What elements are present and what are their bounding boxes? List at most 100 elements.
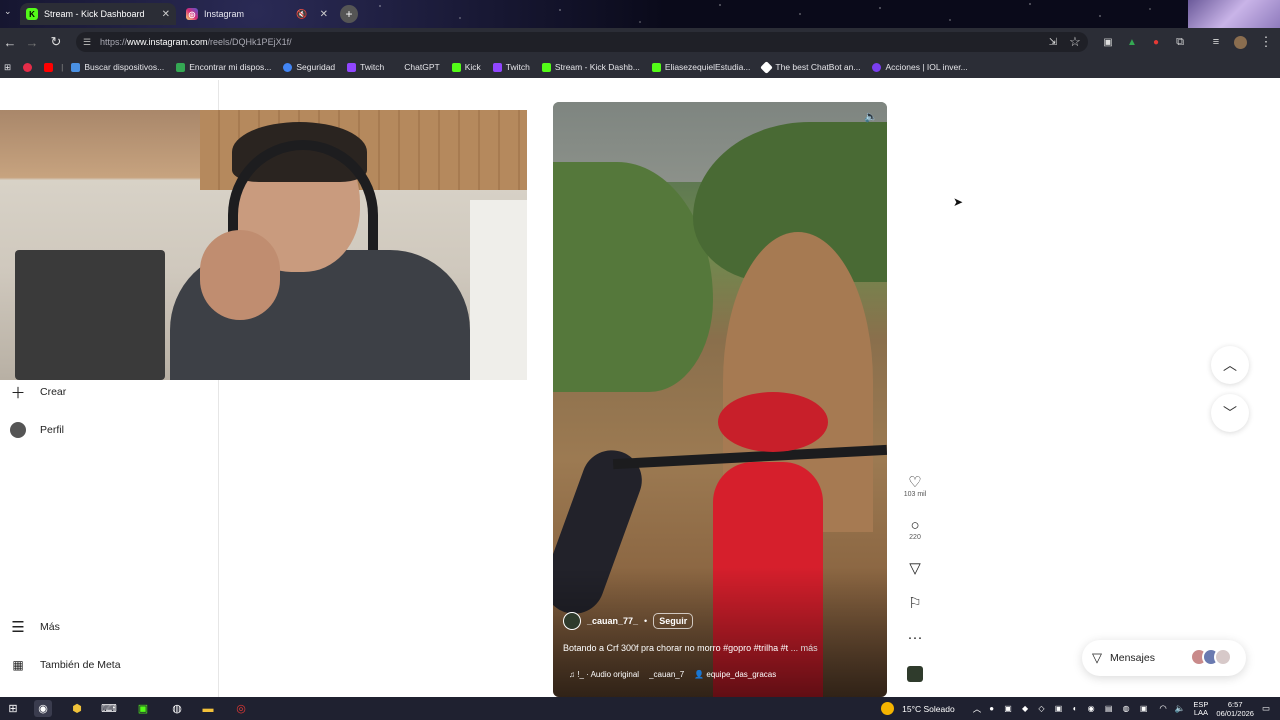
sidebar-item-profile[interactable]: Perfil (10, 422, 64, 438)
share-button[interactable]: ▽ (903, 561, 927, 577)
tab-kick-dashboard[interactable]: K Stream - Kick Dashboard ✕ (20, 3, 176, 25)
url-host: www.instagram.com (127, 37, 208, 47)
bookmark-item[interactable]: Buscar dispositivos... (65, 62, 170, 72)
bookmark-item[interactable]: ChatGPT (390, 62, 445, 72)
tab-muted-icon[interactable]: 🔇 (296, 9, 307, 20)
tray-app-icons[interactable]: ● ▣ ◆ ◇ ▣ ◐ ◉ ▤ ◍ ▣ (989, 704, 1151, 713)
media-controls-icon[interactable]: ≡ (1208, 34, 1224, 50)
sidebar-item-label: También de Meta (40, 659, 121, 671)
weather-text[interactable]: 15°C Soleado (902, 704, 955, 714)
bookmark-icon: ⚐ (908, 595, 922, 612)
chevron-up-icon: ︿ (1223, 357, 1237, 373)
reload-icon[interactable]: ↻ (48, 34, 64, 50)
chatbot-favicon-icon (760, 60, 774, 74)
next-reel-button[interactable]: ﹀ (1211, 394, 1249, 432)
clock[interactable]: 6:57 06/01/2026 (1216, 700, 1254, 718)
drive-extension-icon[interactable]: ▲ (1124, 34, 1140, 50)
bookmark-item[interactable]: Stream - Kick Dashb... (536, 62, 646, 72)
author-avatar[interactable] (563, 612, 581, 630)
apps-grid-icon[interactable]: ⊞ (0, 62, 17, 73)
new-tab-icon[interactable]: + (340, 5, 358, 23)
forward-icon[interactable]: → (24, 34, 40, 50)
tab-instagram[interactable]: ◎ Instagram 🔇 ✕ (180, 3, 334, 25)
google-favicon-icon (283, 62, 293, 72)
close-tab-icon[interactable]: ✕ (320, 9, 328, 20)
bookmark-item[interactable]: Twitch (487, 62, 536, 72)
bookmark-item[interactable] (38, 62, 59, 72)
reel-video[interactable]: 🔈 _cauan_77_ • Seguir Botando a Crf 300f… (553, 102, 887, 697)
site-info-icon[interactable]: ☰ (83, 37, 93, 47)
bookmark-item[interactable]: Acciones | IOL inver... (866, 62, 973, 72)
bookmark-label: Acciones | IOL inver... (885, 62, 968, 72)
chrome-app-icon[interactable]: ◉ (34, 700, 52, 717)
extensions-puzzle-icon[interactable]: ⧉ (1172, 34, 1188, 50)
bookmark-label: The best ChatBot an... (775, 62, 861, 72)
comment-button[interactable]: ○ 220 (903, 517, 927, 542)
back-icon[interactable]: ← (2, 34, 18, 50)
url-prefix: https:// (100, 37, 128, 47)
messages-button[interactable]: ▽ Mensajes (1082, 640, 1246, 676)
start-button[interactable]: ⊞ (4, 700, 22, 717)
like-button[interactable]: ♡ 103 mil (903, 474, 927, 499)
tab-title: Instagram (204, 9, 245, 19)
kick-favicon-icon (451, 62, 461, 72)
bookmark-item[interactable]: The best ChatBot an... (756, 60, 866, 74)
close-tab-icon[interactable]: ✕ (162, 9, 170, 20)
clock-date: 06/01/2026 (1216, 708, 1254, 718)
instagram-favicon-icon: ◎ (186, 8, 198, 20)
bookmark-item[interactable]: Twitch (341, 62, 390, 72)
app-icon[interactable]: ⬢ (68, 700, 86, 717)
audio-thumbnail[interactable] (903, 666, 927, 682)
red-extension-icon[interactable]: ● (1148, 34, 1164, 50)
browser-menu-icon[interactable]: ⋮ (1258, 34, 1274, 50)
bookmark-favicon-icon (23, 62, 33, 72)
instagram-page: ＋ Crear Perfil ☰ Más ▦ También de Meta 🔈… (0, 80, 1280, 697)
tab-title: Stream - Kick Dashboard (44, 9, 145, 19)
separator-dot: • (644, 616, 648, 626)
bookmark-item[interactable]: Encontrar mi dispos... (170, 62, 277, 72)
wifi-icon[interactable]: ◠ (1159, 703, 1166, 714)
extension-icon[interactable]: ▣ (1100, 34, 1116, 50)
audio-link[interactable]: ♫ !_ · Audio original (569, 670, 639, 679)
language-indicator[interactable]: ESP LAA (1193, 700, 1208, 717)
volume-icon[interactable]: 🔈 (863, 110, 879, 126)
kick-favicon-icon (651, 62, 661, 72)
bookmark-label: Twitch (505, 62, 530, 72)
app-icon[interactable]: ▣ (134, 700, 152, 717)
system-tray: 15°C Soleado ︿ ● ▣ ◆ ◇ ▣ ◐ ◉ ▤ ◍ ▣ ◠ 🔈 E… (881, 697, 1270, 720)
bookmark-item[interactable]: Seguridad (277, 62, 341, 72)
sidebar-item-also-from-meta[interactable]: ▦ También de Meta (10, 657, 121, 673)
previous-reel-button[interactable]: ︿ (1211, 346, 1249, 384)
more-options-button[interactable]: ··· (903, 630, 927, 646)
profile-avatar-icon[interactable] (1232, 34, 1248, 50)
avatar (1214, 648, 1232, 666)
volume-icon[interactable]: 🔈 (1175, 703, 1186, 714)
address-bar[interactable]: ☰ https://www.instagram.com/reels/DQHk1P… (76, 32, 1088, 52)
audio-author[interactable]: _cauan_7 (649, 670, 684, 679)
heart-icon: ♡ (908, 474, 922, 491)
bookmark-item[interactable] (17, 62, 38, 72)
app-icon[interactable]: ◍ (168, 700, 186, 717)
app-icon[interactable]: ⌨ (100, 700, 118, 717)
author-username[interactable]: _cauan_77_ (587, 616, 638, 626)
bookmark-item[interactable]: Kick (446, 62, 487, 72)
comment-bubble-icon: ○ (910, 517, 920, 534)
sidebar-item-create[interactable]: ＋ Crear (10, 384, 66, 402)
tab-list-chevron-icon[interactable]: ⌄ (4, 6, 12, 17)
caption-more-link[interactable]: ... más (791, 643, 818, 653)
collaborator-link[interactable]: 👤 equipe_das_gracas (694, 670, 776, 679)
bookmark-item[interactable]: EliasezequielEstudia... (646, 62, 757, 72)
follow-button[interactable]: Seguir (653, 613, 694, 629)
save-button[interactable]: ⚐ (903, 596, 927, 612)
weather-sun-icon (881, 702, 895, 715)
sidebar-item-more[interactable]: ☰ Más (10, 619, 60, 636)
bookmark-label: Buscar dispositivos... (84, 62, 165, 72)
tray-chevron-icon[interactable]: ︿ (973, 703, 982, 715)
app-icon[interactable]: ◎ (232, 700, 250, 717)
twitch-favicon-icon (347, 62, 357, 72)
audio-label: Audio original (590, 670, 640, 679)
file-explorer-icon[interactable]: ▬ (199, 700, 217, 717)
notifications-icon[interactable]: ▭ (1262, 703, 1270, 714)
bookmark-star-icon[interactable]: ☆ (1067, 34, 1083, 50)
install-app-icon[interactable]: ⇲ (1045, 34, 1061, 50)
